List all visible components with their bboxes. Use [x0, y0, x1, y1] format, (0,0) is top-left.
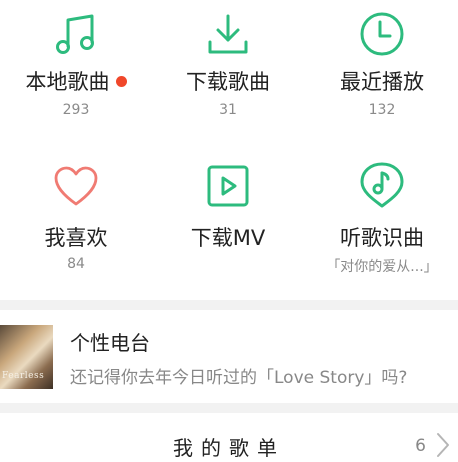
personal-radio-title: 个性电台 — [70, 331, 150, 355]
album-cover-text: Fearless — [2, 371, 45, 381]
personal-radio-card[interactable]: Fearless 个性电台 还记得你去年今日听过的「Love Story」吗? — [0, 311, 458, 403]
clock-icon — [360, 12, 404, 56]
favorites-label: 我喜欢 — [44, 226, 108, 250]
section-divider — [0, 403, 458, 413]
local-songs-count: 293 — [62, 102, 90, 118]
heart-icon — [54, 166, 98, 206]
section-divider — [0, 300, 458, 310]
personal-radio-subtitle: 还记得你去年今日听过的「Love Story」吗? — [70, 368, 408, 388]
song-recognition-preview: 「对你的爱从...」 — [326, 259, 438, 275]
favorites-count: 84 — [67, 256, 85, 272]
album-cover-thumbnail: Fearless — [0, 325, 53, 389]
downloaded-songs-entry[interactable]: 下载歌曲 31 — [152, 0, 304, 130]
my-playlists-title: 我的歌单 — [173, 436, 285, 460]
downloaded-mv-label: 下载MV — [190, 226, 266, 250]
local-songs-entry[interactable]: 本地歌曲 293 — [0, 0, 152, 130]
song-recognition-label: 听歌识曲 — [340, 226, 424, 250]
my-playlists-count: 6 — [415, 436, 426, 456]
my-playlists-header[interactable]: 我的歌单 6 — [0, 414, 458, 462]
music-pin-icon — [360, 162, 404, 208]
downloaded-songs-label: 下载歌曲 — [186, 70, 270, 94]
chevron-right-icon — [437, 433, 449, 457]
quick-access-grid: 本地歌曲 293 下载歌曲 31 最近播放 132 我喜欢 84 下载MV 听歌… — [0, 0, 458, 300]
favorites-entry[interactable]: 我喜欢 84 — [0, 150, 152, 280]
downloaded-songs-count: 31 — [219, 102, 237, 118]
recent-play-label: 最近播放 — [340, 70, 424, 94]
recent-play-count: 132 — [368, 102, 396, 118]
new-indicator-dot — [115, 75, 127, 87]
recent-play-entry[interactable]: 最近播放 132 — [306, 0, 458, 130]
local-songs-label: 本地歌曲 — [0, 66, 152, 96]
song-recognition-entry[interactable]: 听歌识曲 「对你的爱从...」 — [306, 150, 458, 280]
download-icon — [208, 14, 248, 54]
play-square-icon — [207, 165, 249, 207]
music-note-icon — [56, 14, 94, 54]
downloaded-mv-entry[interactable]: 下载MV — [152, 150, 304, 280]
